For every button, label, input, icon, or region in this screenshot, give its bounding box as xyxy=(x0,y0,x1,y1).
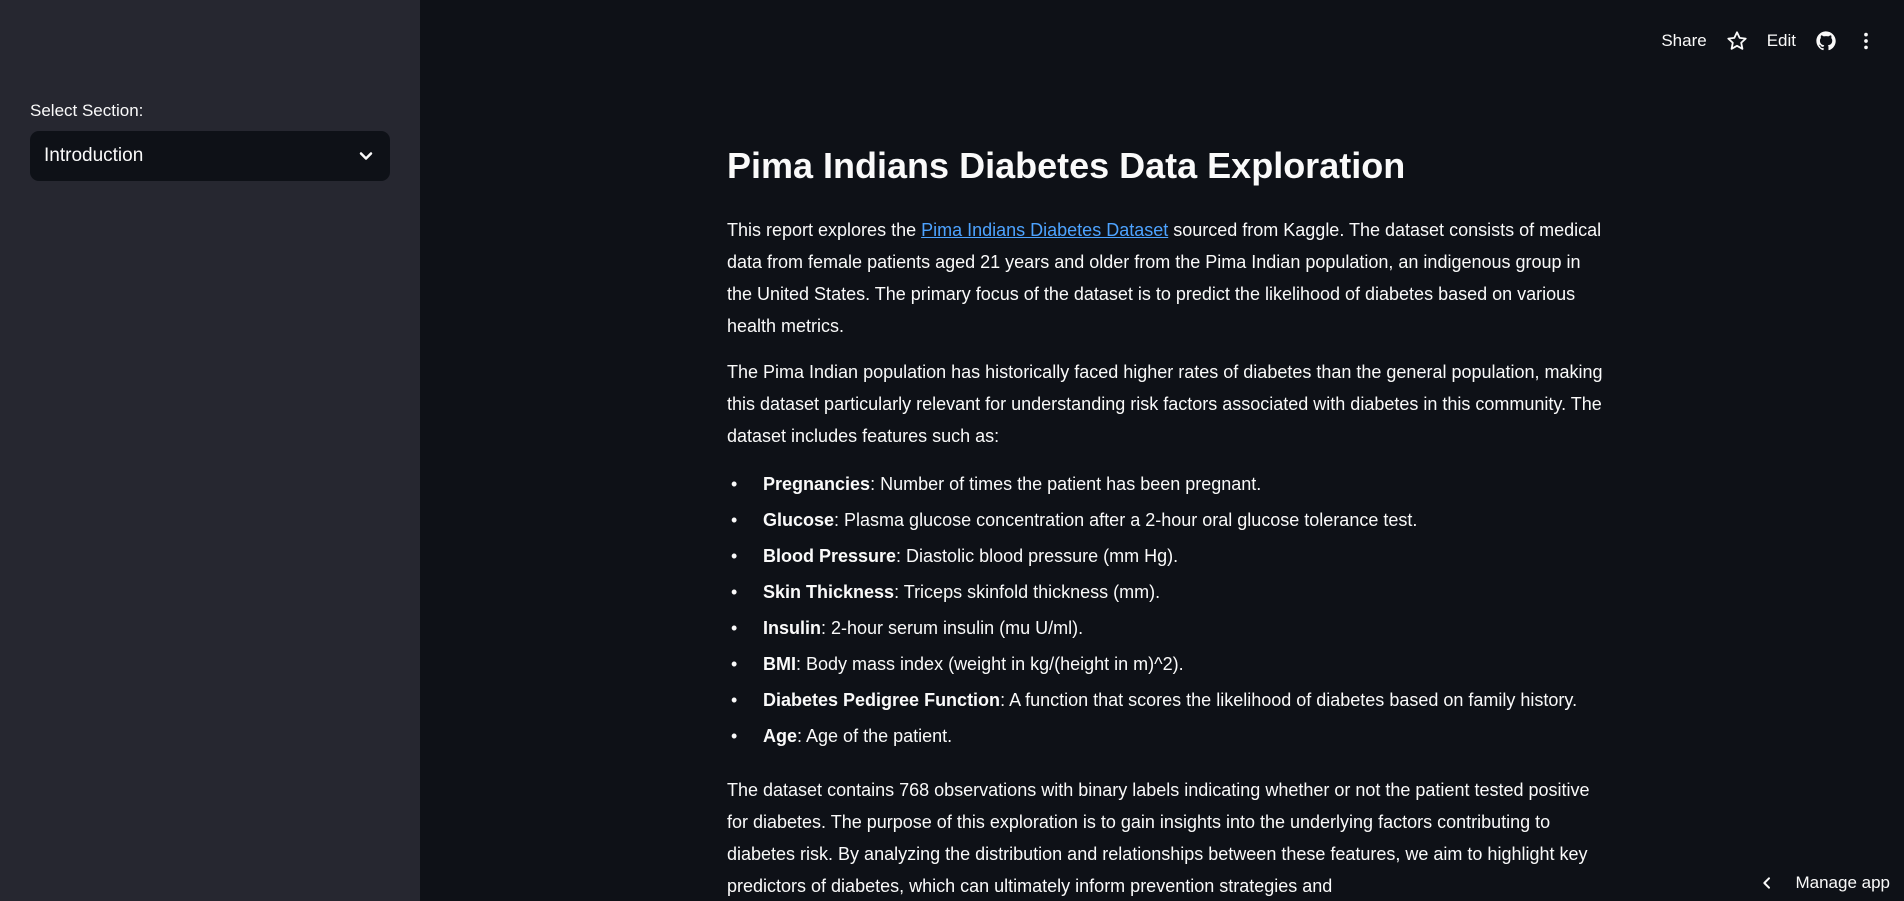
section-select[interactable]: Introduction xyxy=(30,131,390,181)
bullet-icon: • xyxy=(731,546,738,566)
feature-description: : Triceps skinfold thickness (mm). xyxy=(894,582,1161,602)
context-paragraph: The Pima Indian population has historica… xyxy=(727,362,1603,446)
top-toolbar: Share Edit xyxy=(1651,24,1886,58)
list-item: • Insulin: 2-hour serum insulin (mu U/ml)… xyxy=(727,610,1607,646)
bullet-icon: • xyxy=(731,510,738,530)
list-item: • BMI: Body mass index (weight in kg/(hei… xyxy=(727,646,1607,682)
feature-name: Skin Thickness xyxy=(763,582,895,602)
share-button[interactable]: Share xyxy=(1651,25,1716,57)
github-button[interactable] xyxy=(1810,25,1842,57)
feature-name: Blood Pressure xyxy=(763,546,897,566)
kebab-menu-icon xyxy=(1864,32,1868,50)
bullet-icon: • xyxy=(731,474,738,494)
intro-paragraph: This report explores the Pima Indians Di… xyxy=(727,214,1607,342)
feature-name: Pregnancies xyxy=(763,474,871,494)
feature-name: Glucose xyxy=(763,510,835,530)
bullet-icon: • xyxy=(731,654,738,674)
feature-name: Insulin xyxy=(763,618,821,638)
bullet-icon: • xyxy=(731,726,738,746)
intro-text-start: This report explores the xyxy=(727,220,922,240)
sidebar: Select Section: Introduction xyxy=(0,0,420,901)
bullet-icon: • xyxy=(731,582,738,602)
manage-app-button[interactable]: Manage app xyxy=(1759,873,1890,893)
feature-name: BMI xyxy=(763,654,796,674)
chevron-down-icon xyxy=(359,152,373,160)
app-root: Select Section: Introduction Share Edit xyxy=(0,0,1904,901)
favorite-button[interactable] xyxy=(1721,25,1753,57)
feature-list: • Pregnancies: Number of times the patien… xyxy=(727,466,1607,754)
list-item: • Skin Thickness: Triceps skinfold thickn… xyxy=(727,574,1607,610)
feature-name: Diabetes Pedigree Function xyxy=(763,690,1001,710)
list-item: • Diabetes Pedigree Function: A function … xyxy=(727,682,1607,718)
main-content: Pima Indians Diabetes Data Exploration T… xyxy=(727,140,1607,901)
feature-description: : Plasma glucose concentration after a 2… xyxy=(834,510,1418,530)
github-icon xyxy=(1816,31,1836,51)
list-item: • Glucose: Plasma glucose concentration a… xyxy=(727,502,1607,538)
summary-paragraph: The dataset contains 768 observations wi… xyxy=(727,780,1590,896)
feature-description: : A function that scores the likelihood … xyxy=(1000,690,1578,710)
select-section-label: Select Section: xyxy=(30,101,144,120)
list-item: • Blood Pressure: Diastolic blood pressur… xyxy=(727,538,1607,574)
feature-description: : Diastolic blood pressure (mm Hg). xyxy=(896,546,1179,566)
feature-description: : Age of the patient. xyxy=(797,726,953,746)
list-item: • Pregnancies: Number of times the patien… xyxy=(727,466,1607,502)
chevron-left-icon xyxy=(1763,877,1771,889)
bullet-icon: • xyxy=(731,690,738,710)
feature-description: : Number of times the patient has been p… xyxy=(870,474,1262,494)
page-title: Pima Indians Diabetes Data Exploration xyxy=(727,145,1406,186)
main-menu-button[interactable] xyxy=(1850,25,1882,57)
list-item: • Age: Age of the patient. xyxy=(727,718,1607,754)
star-icon xyxy=(1727,31,1747,50)
feature-description: : Body mass index (weight in kg/(height … xyxy=(796,654,1184,674)
dataset-link[interactable]: Pima Indians Diabetes Dataset xyxy=(921,220,1168,240)
section-select-value: Introduction xyxy=(44,145,144,166)
feature-description: : 2-hour serum insulin (mu U/ml). xyxy=(821,618,1084,638)
edit-button[interactable]: Edit xyxy=(1757,25,1806,57)
bullet-icon: • xyxy=(731,618,738,638)
feature-name: Age xyxy=(763,726,798,746)
manage-app-label: Manage app xyxy=(1795,873,1890,892)
